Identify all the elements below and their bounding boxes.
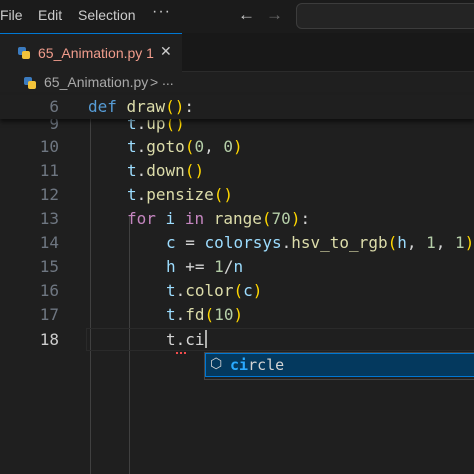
line-number: 12	[39, 185, 59, 204]
back-arrow-icon[interactable]: ←	[238, 5, 255, 25]
code-text: c = colorsys.hsv_to_rgb(h, 1, 1)	[166, 233, 474, 252]
menu-more-icon[interactable]: ···	[152, 3, 171, 21]
suggestion-rest: rcle	[248, 356, 285, 374]
code-line: 10 t.goto(0, 0)	[0, 135, 474, 159]
code-text: for i in range(70):	[127, 209, 311, 228]
breadcrumb-file[interactable]: 65_Animation.py	[44, 74, 148, 90]
code-line: 11 t.down()	[0, 159, 474, 183]
title-bar: File Edit Selection ··· ← →	[0, 0, 474, 33]
line-number: 18	[39, 330, 59, 349]
suggestion-match: ci	[230, 356, 249, 374]
line-number: 14	[39, 233, 59, 252]
suggestion-label: circle	[230, 356, 284, 374]
line-number: 10	[39, 137, 59, 156]
typed-text: t.ci	[166, 330, 205, 349]
code-line: 15 h += 1/n	[0, 255, 474, 279]
code-line: 14 c = colorsys.hsv_to_rgb(h, 1, 1)	[0, 231, 474, 255]
sticky-scroll-header[interactable]: 6 def draw():	[0, 95, 474, 119]
python-file-icon	[24, 77, 36, 89]
editor-tab-bar: 65_Animation.py 1 ✕	[0, 33, 474, 72]
sticky-code: def draw():	[88, 97, 194, 116]
breadcrumb-more[interactable]: ...	[162, 72, 174, 88]
python-file-icon	[18, 47, 30, 59]
breadcrumb: 65_Animation.py > ...	[0, 71, 474, 95]
code-text: t.down()	[127, 161, 205, 180]
code-text-current[interactable]: t.ci	[166, 328, 207, 352]
code-editor[interactable]: 6 def draw(): 9 t.up() 10 t.goto(0, 0) 1…	[0, 95, 474, 474]
command-center-search[interactable]	[296, 3, 474, 29]
code-line: 12 t.pensize()	[0, 183, 474, 207]
autocomplete-popup[interactable]: ⬡ circle	[204, 352, 474, 380]
code-line: 13 for i in range(70):	[0, 207, 474, 231]
cube-icon: ⬡	[210, 356, 223, 372]
line-number: 6	[49, 97, 59, 116]
code-text: t.goto(0, 0)	[127, 137, 243, 156]
menu-selection[interactable]: Selection	[78, 7, 136, 23]
forward-arrow-icon[interactable]: →	[266, 5, 283, 25]
line-number: 17	[39, 305, 59, 324]
line-number: 16	[39, 281, 59, 300]
code-line: 6 def draw():	[0, 95, 474, 119]
suggestion-item-circle[interactable]: ⬡ circle	[205, 353, 474, 377]
line-number: 11	[39, 161, 59, 180]
code-text: h += 1/n	[166, 257, 244, 276]
tab-label: 65_Animation.py 1	[38, 45, 154, 61]
code-text: t.fd(10)	[166, 305, 244, 324]
close-icon[interactable]: ✕	[160, 43, 172, 60]
menu-file[interactable]: File	[0, 7, 23, 23]
chevron-right-icon: >	[150, 74, 159, 90]
code-line: 18 t.ci	[0, 328, 474, 352]
code-line: 16 t.color(c)	[0, 279, 474, 303]
line-number: 15	[39, 257, 59, 276]
menu-edit[interactable]: Edit	[38, 7, 62, 23]
line-number: 13	[39, 209, 59, 228]
tab-65-animation[interactable]: 65_Animation.py 1 ✕	[0, 33, 182, 72]
code-text: t.pensize()	[127, 185, 233, 204]
code-text: t.color(c)	[166, 281, 263, 300]
code-line: 17 t.fd(10)	[0, 303, 474, 327]
text-cursor	[204, 330, 207, 348]
error-squiggle	[176, 349, 186, 354]
